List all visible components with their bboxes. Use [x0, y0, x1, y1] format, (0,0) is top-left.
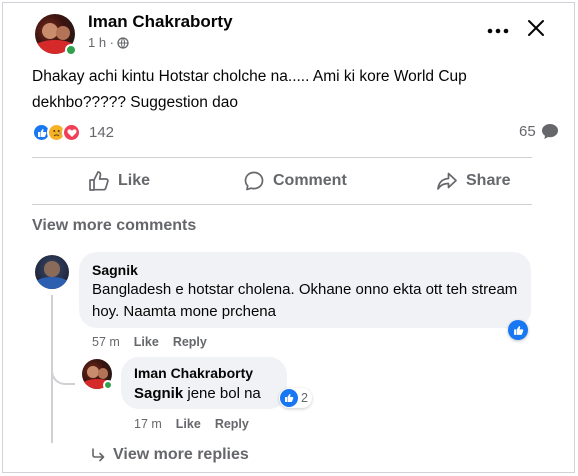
globe-icon [117, 36, 129, 49]
view-more-comments-link[interactable]: View more comments [32, 217, 196, 235]
close-icon[interactable] [527, 19, 545, 37]
view-more-replies-link[interactable]: View more replies [91, 446, 249, 464]
divider-top [32, 157, 532, 158]
online-status-dot [65, 44, 77, 56]
comment-count[interactable]: 65 [519, 123, 559, 140]
post-card: Iman Chakraborty 1 h · Dhakay achi kintu… [2, 2, 575, 473]
comment-reply-link[interactable]: Reply [173, 335, 207, 349]
comment-text: Bangladesh e hotstar cholena. Okhane onn… [92, 281, 518, 320]
post-text: Dhakay achi kintu Hotstar cholche na....… [32, 68, 467, 111]
reply-text: Sagnik jene bol na [134, 385, 261, 402]
like-icon [280, 389, 298, 407]
reply-like-link[interactable]: Like [176, 417, 201, 431]
love-icon [62, 123, 81, 142]
comment-meta: 57 m Like Reply [92, 335, 207, 349]
reply-meta: 17 m Like Reply [134, 417, 249, 431]
reply-author[interactable]: Iman Chakraborty [134, 365, 253, 381]
like-button[interactable]: Like [88, 170, 150, 192]
share-button[interactable]: Share [436, 170, 510, 192]
reply-like-badge[interactable]: 2 [279, 388, 312, 408]
reply-like-count: 2 [301, 391, 308, 405]
comment-icon [244, 171, 264, 191]
comment-like-badge[interactable] [508, 320, 528, 340]
post-timestamp[interactable]: 1 h · [88, 35, 129, 50]
comment-author[interactable]: Sagnik [92, 262, 138, 278]
reply-online-dot [103, 380, 113, 390]
post-author-name[interactable]: Iman Chakraborty [88, 12, 233, 32]
reaction-count: 142 [89, 124, 115, 141]
comment-button[interactable]: Comment [243, 170, 347, 192]
comment-like-link[interactable]: Like [134, 335, 159, 349]
reply-connector [51, 361, 75, 385]
share-icon [437, 172, 457, 190]
reply-mention[interactable]: Sagnik [134, 385, 183, 402]
reply-reply-link[interactable]: Reply [215, 417, 249, 431]
commenter-avatar[interactable] [35, 255, 69, 289]
thumbs-up-icon [89, 171, 109, 191]
reply-time[interactable]: 17 m [134, 417, 162, 431]
comment-bubble-icon [541, 124, 558, 139]
reaction-summary[interactable]: 142 [32, 123, 114, 142]
comment-time[interactable]: 57 m [92, 335, 120, 349]
more-options-icon[interactable] [487, 23, 509, 34]
reply-arrow-icon [92, 448, 105, 462]
divider-bottom [32, 204, 532, 205]
